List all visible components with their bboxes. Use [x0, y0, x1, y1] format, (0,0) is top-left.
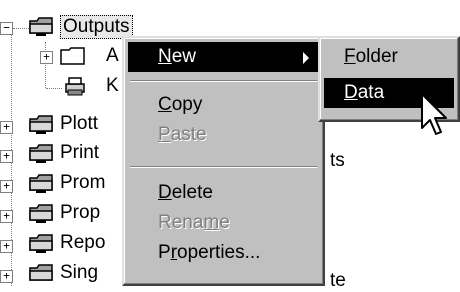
submenu-item-data-label: Data — [344, 82, 385, 103]
expand-icon[interactable]: + — [0, 240, 13, 253]
tree-item-prom[interactable]: Prom — [60, 172, 105, 194]
expand-icon[interactable]: + — [40, 51, 53, 64]
submenu-item-folder-label: Folder — [344, 46, 398, 67]
menu-item-new[interactable]: New — [128, 42, 319, 72]
tree-item-k[interactable]: K — [106, 75, 119, 97]
tree-connector-line — [45, 42, 46, 88]
context-menu: New Copy Paste Delete Rename Properties.… — [122, 36, 325, 286]
tree-item-a[interactable]: A — [106, 45, 119, 67]
tree-item-sing[interactable]: Sing — [60, 262, 98, 284]
submenu-item-folder[interactable]: Folder — [324, 42, 454, 72]
menu-separator — [130, 166, 317, 168]
menu-item-paste[interactable]: Paste — [128, 120, 319, 150]
menu-item-properties-label: Properties... — [158, 242, 261, 263]
collapse-icon[interactable]: − — [0, 22, 13, 35]
expand-icon[interactable]: + — [0, 121, 13, 134]
submenu-arrow-icon — [303, 52, 309, 64]
menu-item-paste-label: Paste — [158, 124, 207, 145]
network-folder-icon — [29, 174, 53, 193]
network-folder-icon — [29, 17, 53, 36]
network-folder-icon — [29, 204, 53, 223]
folder-icon — [60, 47, 85, 65]
tree-connector-line — [13, 28, 29, 29]
expand-icon[interactable]: + — [0, 210, 13, 223]
expand-icon[interactable]: + — [0, 180, 13, 193]
tree-item-print[interactable]: Print — [60, 142, 99, 164]
mouse-cursor-icon — [421, 93, 447, 135]
menu-item-delete[interactable]: Delete — [128, 178, 319, 208]
menu-item-copy[interactable]: Copy — [128, 90, 319, 120]
menu-separator — [130, 80, 317, 82]
tree-item-repo[interactable]: Repo — [60, 232, 105, 254]
printer-icon — [65, 77, 85, 96]
menu-item-rename-label: Rename — [158, 212, 230, 233]
menu-item-properties[interactable]: Properties... — [128, 238, 319, 268]
expand-icon[interactable]: + — [0, 150, 13, 163]
menu-item-rename[interactable]: Rename — [128, 208, 319, 238]
tree-item-print-trailing: ts — [330, 150, 345, 171]
menu-item-new-label: New — [158, 46, 197, 67]
network-folder-icon — [29, 264, 53, 281]
network-folder-icon — [29, 144, 53, 163]
menu-item-delete-label: Delete — [158, 182, 213, 203]
menu-item-copy-label: Copy — [158, 94, 203, 115]
expand-icon[interactable]: + — [0, 270, 13, 283]
network-folder-icon — [29, 234, 53, 253]
tree-item-sing-trailing: te — [330, 270, 346, 291]
tree-item-prop[interactable]: Prop — [60, 202, 100, 224]
tree-connector-line — [46, 88, 62, 89]
tree-item-plott[interactable]: Plott — [60, 113, 98, 135]
network-folder-icon — [29, 115, 53, 134]
